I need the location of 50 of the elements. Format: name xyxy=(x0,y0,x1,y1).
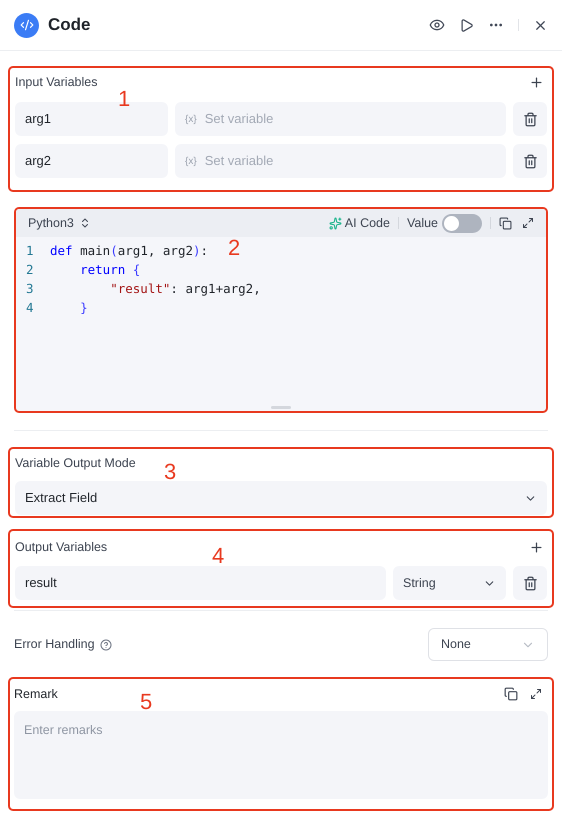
add-icon[interactable] xyxy=(529,540,544,554)
annotation-number: 2 xyxy=(228,237,240,259)
delete-button[interactable] xyxy=(513,144,547,178)
window-title: Code xyxy=(48,14,90,36)
line-number: 3 xyxy=(25,280,35,298)
line-number: 1 xyxy=(25,242,35,260)
error-handling-select[interactable]: None xyxy=(428,628,548,661)
trash-icon xyxy=(522,154,538,168)
section-label: Output Variables xyxy=(15,538,108,556)
trash-icon xyxy=(522,576,538,590)
code-line: return { xyxy=(79,261,140,280)
help-icon[interactable] xyxy=(100,638,112,650)
trash-icon xyxy=(522,112,538,126)
code-line: def main(arg1, arg2): xyxy=(50,242,208,260)
annotation-number: 5 xyxy=(140,691,152,713)
line-number: 4 xyxy=(25,299,35,318)
annotation-number: 4 xyxy=(212,545,224,567)
toggle-label: Value xyxy=(406,214,438,232)
run-icon[interactable] xyxy=(459,18,474,32)
add-icon[interactable] xyxy=(529,74,544,90)
annotation-number: 3 xyxy=(164,461,176,483)
delete-button[interactable] xyxy=(513,102,547,136)
field-label: Error Handling xyxy=(14,636,95,654)
remark-field[interactable]: Enter remarks xyxy=(14,711,548,799)
field-placeholder: Set variable xyxy=(204,152,274,170)
variable-prefix: {x} xyxy=(185,112,197,126)
section-label: Input Variables xyxy=(15,74,98,91)
variable-name-field[interactable]: arg2 xyxy=(15,144,168,178)
language-select[interactable]: Python3 xyxy=(28,214,91,232)
copy-icon[interactable] xyxy=(499,216,512,230)
preview-icon[interactable] xyxy=(429,17,445,33)
output-mode-select[interactable]: Extract Field xyxy=(15,481,547,515)
variable-prefix: {x} xyxy=(185,154,197,168)
type-select[interactable]: String xyxy=(393,566,506,600)
code-icon xyxy=(14,12,39,38)
sparkle-icon xyxy=(328,216,342,230)
expand-icon[interactable] xyxy=(522,217,534,229)
value-toggle[interactable] xyxy=(442,214,482,232)
section-label: Remark xyxy=(14,686,58,703)
variable-name-field[interactable]: result xyxy=(15,566,386,600)
delete-button[interactable] xyxy=(513,566,547,600)
resize-handle[interactable] xyxy=(271,406,291,409)
field-placeholder: Set variable xyxy=(204,110,274,128)
code-line: } xyxy=(79,299,88,318)
expand-icon[interactable] xyxy=(530,688,542,700)
section-label: Variable Output Mode xyxy=(15,455,136,472)
code-line: "result": arg1+arg2, xyxy=(109,280,261,298)
ai-code-button[interactable]: AI Code xyxy=(328,214,390,232)
copy-icon[interactable] xyxy=(504,687,518,701)
line-number: 2 xyxy=(25,261,35,280)
